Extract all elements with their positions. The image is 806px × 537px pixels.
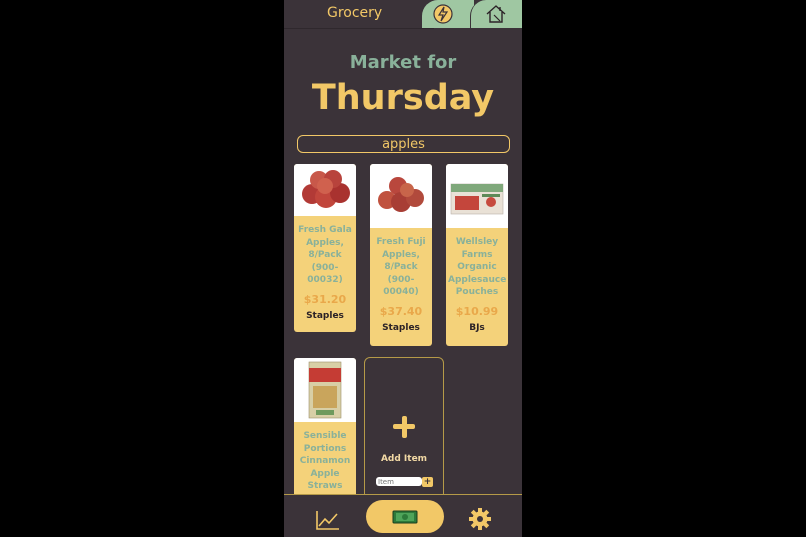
add-item-label: Add Item — [380, 454, 428, 464]
chart-icon[interactable] — [315, 509, 341, 531]
product-price: $10.99 — [455, 304, 499, 318]
product-card[interactable]: Fresh Gala Apples, 8/Pack (900-00032) $3… — [294, 164, 356, 332]
product-card[interactable]: Fresh Fuji Apples, 8/Pack (900-00040) $3… — [370, 164, 432, 346]
product-name: Fresh Fuji Apples, 8/Pack (900-00040) — [376, 237, 426, 297]
product-image-fuji-apples — [370, 164, 432, 228]
product-image-apple-straws — [294, 358, 356, 422]
money-button[interactable] — [366, 500, 444, 533]
product-price: $37.40 — [379, 304, 423, 318]
bottom-nav — [284, 494, 522, 537]
lightning-icon — [433, 4, 453, 24]
add-item-plus-icon[interactable] — [393, 416, 415, 438]
product-store: Staples — [306, 310, 344, 321]
page-subtitle: Market for — [349, 52, 457, 73]
tab-grocery[interactable]: Grocery — [284, 0, 434, 29]
phone-screen: Grocery Market for Thursday apples Fresh… — [284, 0, 522, 537]
item-input[interactable] — [376, 477, 422, 486]
tab-grocery-label: Grocery — [327, 5, 383, 21]
tab-energy[interactable] — [422, 0, 474, 28]
page-title: Thursday — [311, 78, 495, 118]
money-icon — [392, 510, 418, 524]
home-icon — [486, 5, 506, 23]
product-name: Fresh Gala Apples, 8/Pack (900-00032) — [298, 225, 352, 285]
search-input[interactable] — [297, 135, 510, 153]
product-card[interactable]: Sensible Portions Cinnamon Apple Straws — [294, 358, 356, 508]
product-name: Wellsley Farms Organic Applesauce Pouche… — [448, 237, 507, 297]
product-price: $31.20 — [303, 292, 347, 306]
item-add-button[interactable]: + — [422, 477, 433, 487]
product-store: BJs — [469, 322, 485, 333]
product-image-gala-apples — [294, 164, 356, 216]
product-image-applesauce — [446, 164, 508, 228]
product-store: Staples — [382, 322, 420, 333]
gear-icon[interactable] — [468, 507, 492, 531]
tab-home[interactable] — [470, 0, 522, 28]
add-item-card: Add Item + — [364, 357, 444, 509]
product-card[interactable]: Wellsley Farms Organic Applesauce Pouche… — [446, 164, 508, 346]
product-name: Sensible Portions Cinnamon Apple Straws — [299, 431, 351, 491]
